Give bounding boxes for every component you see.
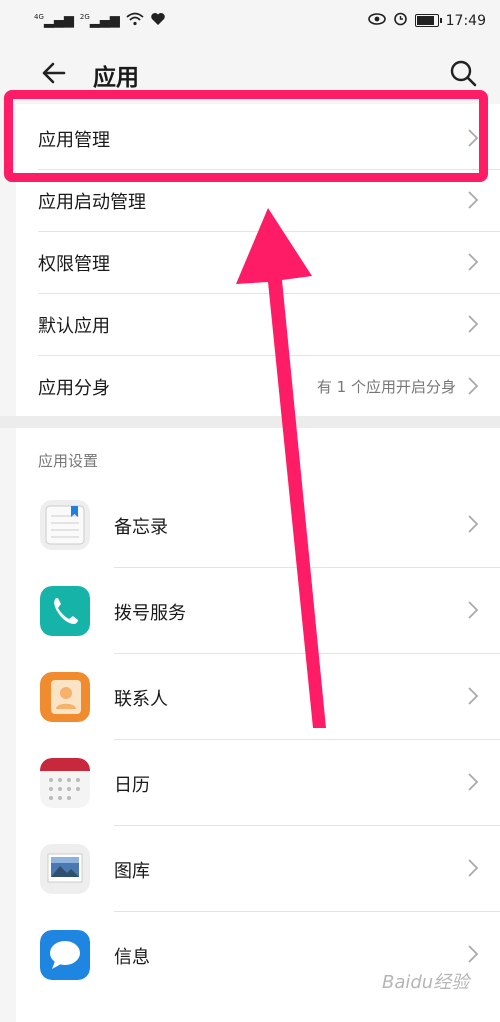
- menu-item-default-apps[interactable]: 默认应用: [16, 294, 500, 356]
- chevron-right-icon: [468, 859, 479, 877]
- chevron-right-icon: [468, 191, 479, 209]
- status-right: 17:49: [367, 11, 486, 30]
- health-icon: [150, 12, 166, 30]
- eye-comfort-icon: [367, 12, 386, 29]
- signal-1-label: 4G: [34, 13, 44, 22]
- wifi-icon: [126, 12, 144, 30]
- app-item-calendar[interactable]: 日历: [16, 740, 500, 826]
- app-menu-card: 应用管理 应用启动管理 权限管理 默认应用 应用分身 有 1 个应用开启分身: [16, 104, 500, 416]
- app-settings-card: 应用设置 备忘录 拨号服务 联系人 日历 图库 信息: [16, 428, 500, 1022]
- back-arrow-icon[interactable]: [38, 56, 72, 90]
- section-title: 应用设置: [38, 452, 99, 470]
- status-left: 4G▂▄▆ 2G▂▄▆: [34, 12, 166, 30]
- app-item-gallery[interactable]: 图库: [16, 826, 500, 912]
- signal-icon-1: 4G▂▄▆: [34, 13, 74, 29]
- menu-item-label: 应用管理: [38, 130, 110, 151]
- chevron-right-icon: [468, 129, 479, 147]
- chevron-right-icon: [468, 773, 479, 791]
- menu-item-label: 应用分身: [38, 378, 110, 399]
- menu-item-label: 权限管理: [38, 254, 110, 275]
- message-icon: [40, 930, 90, 980]
- app-item-dialer[interactable]: 拨号服务: [16, 568, 500, 654]
- section-separator: [0, 416, 500, 428]
- page-title: 应用: [93, 65, 139, 91]
- chevron-right-icon: [468, 315, 479, 333]
- app-item-notepad[interactable]: 备忘录: [16, 482, 500, 568]
- chevron-right-icon: [468, 377, 479, 395]
- contact-icon: [40, 672, 90, 722]
- title-bar: 应用: [0, 44, 500, 104]
- alarm-icon: [393, 11, 408, 30]
- menu-item-app-twin[interactable]: 应用分身 有 1 个应用开启分身: [16, 356, 500, 418]
- menu-item-label: 默认应用: [38, 316, 110, 337]
- menu-item-app-management[interactable]: 应用管理: [16, 108, 500, 170]
- menu-item-permission-management[interactable]: 权限管理: [16, 232, 500, 294]
- chevron-right-icon: [468, 945, 479, 963]
- notepad-icon: [40, 500, 90, 550]
- chevron-right-icon: [468, 253, 479, 271]
- phone-icon: [40, 586, 90, 636]
- app-twin-status: 有 1 个应用开启分身: [316, 378, 456, 396]
- status-time: 17:49: [445, 12, 486, 29]
- menu-item-startup-management[interactable]: 应用启动管理: [16, 170, 500, 232]
- calendar-icon: [40, 758, 90, 808]
- app-item-label: 图库: [114, 861, 150, 882]
- signal-2-label: 2G: [79, 13, 90, 22]
- chevron-right-icon: [468, 515, 479, 533]
- chevron-right-icon: [468, 687, 479, 705]
- app-item-label: 拨号服务: [114, 603, 186, 624]
- watermark: Baidu经验: [382, 972, 470, 993]
- app-item-label: 联系人: [114, 689, 168, 710]
- app-item-contacts[interactable]: 联系人: [16, 654, 500, 740]
- app-item-label: 日历: [114, 775, 150, 796]
- search-icon[interactable]: [446, 56, 480, 90]
- gallery-icon: [40, 844, 90, 894]
- app-item-label: 信息: [114, 947, 150, 968]
- app-item-label: 备忘录: [114, 517, 168, 538]
- battery-icon: [414, 14, 442, 27]
- status-bar: 4G▂▄▆ 2G▂▄▆ 17:49: [0, 0, 500, 40]
- chevron-right-icon: [468, 601, 479, 619]
- menu-item-label: 应用启动管理: [38, 192, 146, 213]
- signal-icon-2: 2G▂▄▆: [79, 13, 120, 29]
